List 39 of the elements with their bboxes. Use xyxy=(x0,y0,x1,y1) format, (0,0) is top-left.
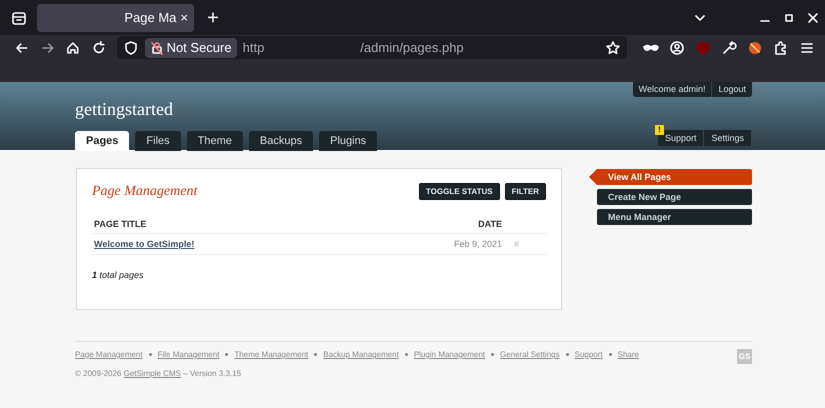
copyright-text: © 2009-2026 GetSimple CMS – Version 3.3.15 xyxy=(75,369,242,378)
date-cell: Feb 9, 2021 xyxy=(366,234,504,254)
column-header: DATE xyxy=(366,216,504,234)
not-secure-button[interactable]: Not Secure xyxy=(144,38,237,58)
reload-icon[interactable] xyxy=(90,40,107,56)
column-header: PAGE TITLE xyxy=(92,216,367,234)
nav-tab[interactable]: Backups xyxy=(248,131,314,151)
alert-badge: ! xyxy=(654,125,664,135)
home-icon[interactable] xyxy=(65,40,81,56)
account-icon[interactable] xyxy=(669,40,686,56)
toolbar-button[interactable]: FILTER xyxy=(504,183,546,200)
new-tab-button[interactable]: + xyxy=(204,8,222,28)
sidebar-item[interactable]: View All Pages xyxy=(589,169,752,185)
address-bar[interactable]: Not Secure http /admin/pages.php xyxy=(116,36,628,59)
sidebar-item[interactable]: Menu Manager xyxy=(597,209,752,225)
page-link[interactable]: Welcome to GetSimple! xyxy=(94,239,194,249)
nav-tab[interactable]: Theme xyxy=(186,131,243,151)
browser-tab[interactable]: Page Ma × xyxy=(37,4,194,32)
cms-logo: GS xyxy=(737,349,752,364)
sidebar-item[interactable]: Create New Page xyxy=(597,189,752,205)
user-link[interactable]: Logout xyxy=(712,82,752,97)
nav-tab[interactable]: Pages xyxy=(75,131,130,151)
site-title: gettingstarted xyxy=(75,99,173,121)
close-icon[interactable] xyxy=(807,12,819,24)
extension-badge-icon[interactable] xyxy=(747,40,764,56)
header-link[interactable]: Support xyxy=(658,130,704,146)
header-link[interactable]: Settings xyxy=(704,130,752,146)
anchor-mark: # xyxy=(504,234,546,254)
user-link[interactable]: Welcome admin! xyxy=(632,82,712,97)
maximize-icon[interactable] xyxy=(783,12,795,24)
tab-list-icon[interactable] xyxy=(11,10,27,26)
nav-tab[interactable]: Plugins xyxy=(319,131,378,151)
nav-tab[interactable]: Files xyxy=(135,131,181,151)
lock-icon xyxy=(150,40,164,54)
shield-icon[interactable] xyxy=(122,40,139,56)
toolbar-button[interactable]: TOGGLE STATUS xyxy=(418,183,500,200)
total-pages-text: 1 total pages xyxy=(92,270,144,280)
panel-title: Page Management xyxy=(92,184,198,200)
bookmark-star-icon[interactable] xyxy=(605,40,622,56)
